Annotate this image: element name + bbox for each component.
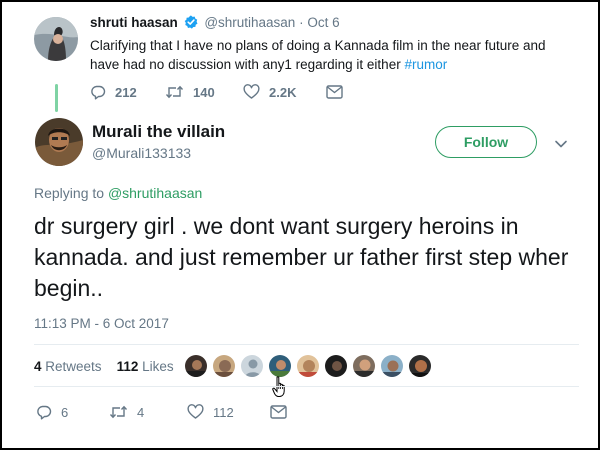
- direct-message-icon: [270, 405, 287, 419]
- liker-avatar[interactable]: [240, 354, 264, 378]
- quoted-tweet-header: shruti haasan @shrutihaasan · Oct 6: [90, 15, 340, 32]
- reply-icon: [91, 85, 106, 100]
- likes-stat-label: Likes: [142, 359, 174, 374]
- liker-avatar[interactable]: [352, 354, 376, 378]
- quoted-tweet-body: Clarifying that I have no plans of doing…: [90, 38, 546, 72]
- murali-avatar[interactable]: [35, 118, 83, 166]
- quoted-tweet-text: Clarifying that I have no plans of doing…: [90, 36, 570, 74]
- hashtag-link[interactable]: #rumor: [404, 57, 447, 72]
- shruti-avatar[interactable]: [34, 17, 78, 61]
- quoted-like-count: 2.2K: [269, 84, 297, 100]
- chevron-down-icon[interactable]: [554, 136, 568, 154]
- heart-icon: [243, 84, 260, 99]
- liker-avatar[interactable]: [268, 354, 292, 378]
- liker-avatars: [184, 354, 436, 378]
- liker-avatar[interactable]: [324, 354, 348, 378]
- header-separator: ·: [299, 15, 304, 30]
- quoted-author-handle[interactable]: @shrutihaasan: [204, 15, 295, 30]
- quoted-reply-button[interactable]: 212: [90, 84, 165, 100]
- heart-icon: [187, 404, 204, 419]
- thread-connector-line: [55, 84, 58, 112]
- verified-badge-icon: [184, 15, 198, 32]
- reply-button[interactable]: 6: [36, 404, 109, 420]
- quoted-tweet-actions: 212 140 2.2K: [90, 84, 343, 100]
- liker-avatar[interactable]: [408, 354, 432, 378]
- retweets-stat-count: 4: [34, 359, 42, 374]
- liker-avatar[interactable]: [212, 354, 236, 378]
- retweets-stat-link[interactable]: 4 Retweets: [34, 359, 102, 374]
- quoted-like-button[interactable]: 2.2K: [243, 84, 326, 100]
- quoted-retweet-count: 140: [193, 84, 215, 100]
- divider-bottom: [34, 386, 579, 387]
- quoted-dm-button[interactable]: [326, 85, 343, 99]
- engagement-stats: 4 Retweets 112 Likes: [34, 359, 174, 374]
- retweets-stat-label: Retweets: [45, 359, 102, 374]
- replying-to-prefix: Replying to: [34, 185, 108, 201]
- likes-stat-link[interactable]: 112 Likes: [117, 359, 174, 374]
- main-author-handle[interactable]: @Murali133133: [92, 145, 191, 161]
- retweet-count: 4: [137, 404, 145, 420]
- replying-to-line: Replying to @shrutihaasan: [34, 185, 202, 201]
- follow-button[interactable]: Follow: [435, 126, 537, 158]
- liker-avatar[interactable]: [184, 354, 208, 378]
- direct-message-icon: [326, 85, 343, 99]
- hand-cursor-icon: [272, 376, 288, 403]
- replying-to-handle-link[interactable]: @shrutihaasan: [108, 185, 202, 201]
- liker-avatar[interactable]: [380, 354, 404, 378]
- retweet-icon: [165, 85, 184, 99]
- liker-avatar[interactable]: [296, 354, 320, 378]
- reply-icon: [37, 405, 52, 420]
- main-tweet-text: dr surgery girl . we dont want surgery h…: [34, 213, 569, 301]
- reply-count: 6: [61, 404, 69, 420]
- quoted-author-name[interactable]: shruti haasan: [90, 15, 178, 30]
- retweet-icon: [109, 405, 128, 419]
- tweet-screenshot: shruti haasan @shrutihaasan · Oct 6 Clar…: [0, 0, 600, 450]
- quoted-reply-count: 212: [115, 84, 137, 100]
- dm-button[interactable]: [270, 405, 287, 419]
- divider-top: [34, 344, 579, 345]
- tweet-timestamp[interactable]: 11:13 PM - 6 Oct 2017: [34, 316, 169, 331]
- quoted-tweet-date[interactable]: Oct 6: [307, 15, 339, 30]
- like-button[interactable]: 112: [187, 404, 270, 420]
- like-count: 112: [213, 404, 234, 420]
- main-tweet-actions: 6 4 112: [36, 404, 287, 420]
- main-author-name[interactable]: Murali the villain: [92, 122, 225, 142]
- retweet-button[interactable]: 4: [109, 404, 187, 420]
- quoted-retweet-button[interactable]: 140: [165, 84, 243, 100]
- likes-stat-count: 112: [116, 359, 139, 374]
